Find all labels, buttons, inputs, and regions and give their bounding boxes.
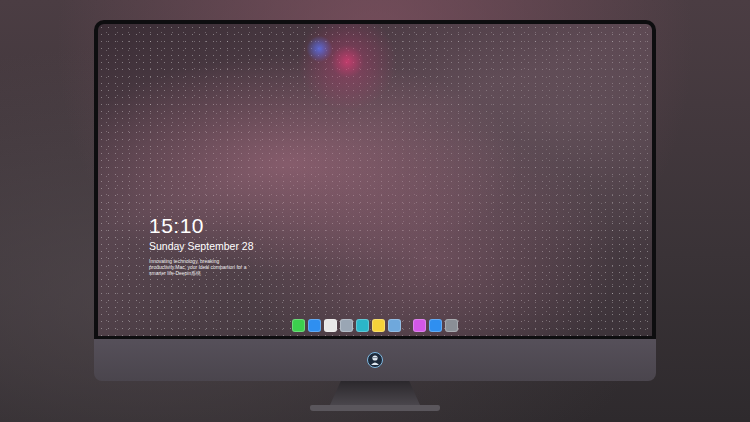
app-icon[interactable] bbox=[372, 319, 385, 332]
tagline: Innovating technology, breaking producti… bbox=[149, 258, 257, 276]
dock bbox=[292, 319, 458, 332]
app-icon[interactable] bbox=[413, 319, 426, 332]
page: 15:10 Sunday September 28 Innovating techn… bbox=[0, 0, 750, 422]
app-icon[interactable] bbox=[340, 319, 353, 332]
app-icon[interactable] bbox=[292, 319, 305, 332]
desktop-wallpaper: 15:10 Sunday September 28 Innovating techn… bbox=[98, 24, 652, 336]
clock-time: 15:10 bbox=[149, 214, 257, 238]
app-icon[interactable] bbox=[324, 319, 337, 332]
logo-icon bbox=[367, 352, 383, 368]
dock-group bbox=[292, 319, 401, 332]
app-icon[interactable] bbox=[388, 319, 401, 332]
monitor-chin bbox=[94, 339, 656, 381]
app-icon[interactable] bbox=[429, 319, 442, 332]
monitor: 15:10 Sunday September 28 Innovating techn… bbox=[94, 20, 656, 411]
app-icon[interactable] bbox=[356, 319, 369, 332]
app-icon[interactable] bbox=[445, 319, 458, 332]
dock-group bbox=[413, 319, 458, 332]
app-icon[interactable] bbox=[308, 319, 321, 332]
clock-widget: 15:10 Sunday September 28 Innovating techn… bbox=[149, 214, 257, 276]
monitor-bezel: 15:10 Sunday September 28 Innovating techn… bbox=[94, 20, 656, 339]
clock-date: Sunday September 28 bbox=[149, 240, 257, 253]
monitor-neck bbox=[330, 381, 420, 405]
monitor-base bbox=[310, 405, 440, 411]
